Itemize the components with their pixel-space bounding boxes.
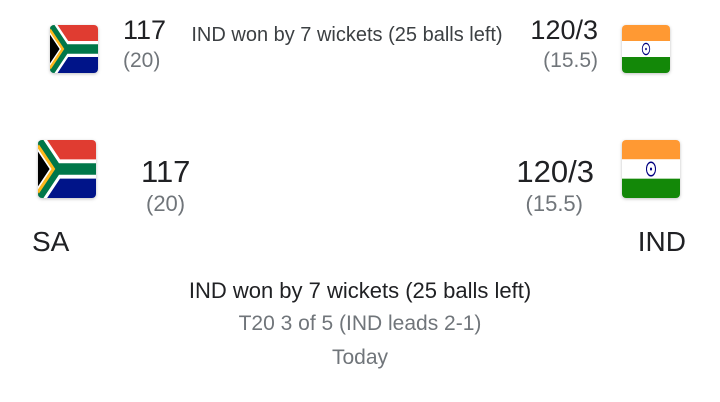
compact-team2-score: 120/3 — [530, 15, 598, 45]
team2-name: IND — [637, 226, 686, 257]
compact-team1-overs: (20) — [123, 49, 161, 72]
compact-team2-overs: (15.5) — [543, 49, 598, 72]
match-date-text: Today — [331, 346, 389, 369]
team1-name: SA — [32, 226, 70, 257]
team2-score: 120/3 — [516, 154, 594, 189]
team1-overs: (20) — [146, 191, 186, 216]
india-flag-icon — [622, 25, 670, 73]
south-africa-flag-icon — [50, 25, 98, 73]
compact-result-text: IND won by 7 wickets (25 balls left) — [191, 24, 503, 46]
india-flag-icon — [622, 140, 680, 198]
series-status-text: T20 3 of 5 (IND leads 2-1) — [238, 312, 482, 335]
compact-team1-score: 117 — [123, 15, 167, 45]
match-result-text: IND won by 7 wickets (25 balls left) — [188, 278, 532, 303]
team1-score: 117 — [141, 154, 191, 189]
team2-overs: (15.5) — [525, 191, 583, 216]
south-africa-flag-icon — [38, 140, 96, 198]
